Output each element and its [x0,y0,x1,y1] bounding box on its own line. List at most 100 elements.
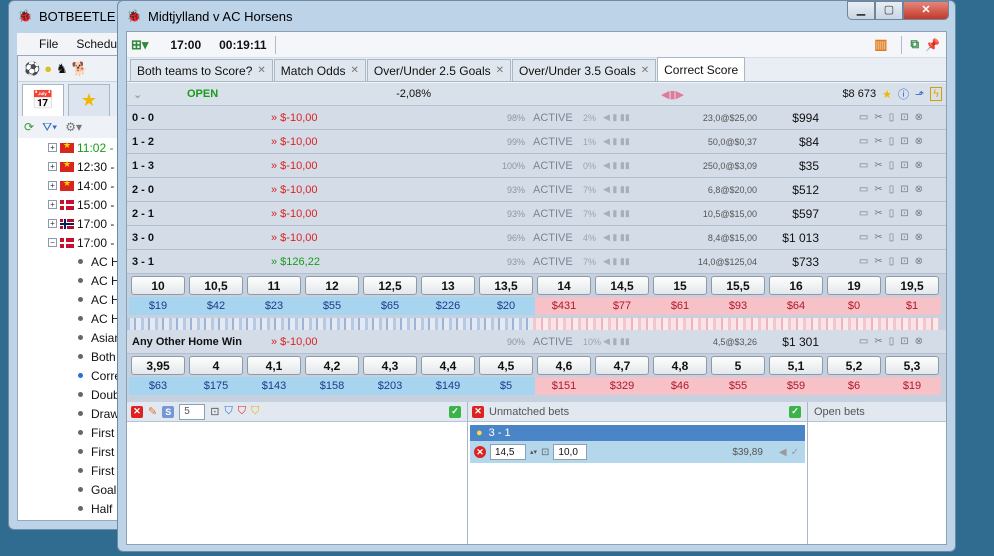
close-button[interactable]: ✕ [903,1,949,20]
tools-icon[interactable]: ✂ [874,184,882,195]
price-button[interactable]: 4,8 [653,356,707,375]
expand-icon[interactable]: + [48,143,57,152]
battery-icon[interactable]: ▯ [889,160,895,171]
back-volume[interactable]: $203 [361,377,419,395]
greyhound-icon[interactable]: 🐕 [72,61,88,77]
price-button[interactable]: 11 [247,276,301,295]
menu-file[interactable]: File [39,37,58,51]
price-stepper[interactable]: ▴▾ [530,448,537,456]
lay-volume[interactable]: $1 [883,297,941,315]
chart-icon[interactable]: ▭ [859,256,868,267]
book-nav-icon[interactable]: ◀▮▶ [661,88,721,101]
stake-mode-icon[interactable]: S [162,405,175,418]
battery-icon[interactable]: ▯ [889,112,895,123]
close-circle-icon[interactable]: ⊗ [915,256,923,267]
chart-icon[interactable]: ▭ [859,136,868,147]
cancel-icon[interactable]: ✕ [131,405,143,418]
close-tab-icon[interactable]: ✕ [257,65,265,76]
runner-row[interactable]: 3 - 0 » $-10,00 96% ACTIVE 4% ◀ ▮ ▮▮ 8,4@$15,0… [127,226,946,250]
calendar-tab-icon[interactable]: 📅 [22,84,64,116]
expand-icon[interactable]: ⊡ [900,160,908,171]
runner-controls-icon[interactable]: ◀ ▮ ▮▮ [603,256,653,267]
price-button[interactable]: 4,5 [479,356,533,375]
back-volume[interactable]: $149 [419,377,477,395]
runner-row[interactable]: 1 - 3 » $-10,00 100% ACTIVE 0% ◀ ▮ ▮▮ 250,0@$3… [127,154,946,178]
chart-icon[interactable]: ▭ [859,112,868,123]
lay-volume[interactable]: $61 [651,297,709,315]
expand-icon[interactable]: ⊡ [900,208,908,219]
runner-controls-icon[interactable]: ◀ ▮ ▮▮ [603,136,653,147]
tools-icon[interactable]: ✂ [874,336,882,347]
battery-icon[interactable]: ▯ [889,336,895,347]
new-window-icon[interactable]: ⧉ [910,37,919,52]
shield-red-icon[interactable]: ⛉ [238,405,246,418]
minimize-button[interactable]: ▁ [847,1,875,20]
stake-field[interactable]: 10,0 [553,444,588,460]
runner-controls-icon[interactable]: ◀ ▮ ▮▮ [603,208,653,219]
tools-icon[interactable]: ⚙▾ [65,120,82,134]
battery-icon[interactable]: ▯ [889,208,895,219]
close-tab-icon[interactable]: ✕ [496,65,504,76]
collapse-icon[interactable]: ⌄ [127,88,187,101]
price-button[interactable]: 14 [537,276,591,295]
battery-icon[interactable]: ▯ [889,256,895,267]
cancel-bet-icon[interactable]: ✕ [474,446,486,458]
lay-volume[interactable]: $0 [825,297,883,315]
expand-icon[interactable]: ⊡ [900,232,908,243]
add-market-icon[interactable]: ⊞▾ [131,37,148,53]
price-button[interactable]: 5 [711,356,765,375]
lay-volume[interactable]: $431 [535,297,593,315]
lay-volume[interactable]: $64 [767,297,825,315]
lay-volume[interactable]: $59 [767,377,825,395]
back-volume[interactable]: $20 [477,297,535,315]
ok-icon[interactable]: ✓ [791,447,799,458]
battery-icon[interactable]: ▯ [889,136,895,147]
stake-input[interactable]: 5 [179,403,206,420]
price-button[interactable]: 12,5 [363,276,417,295]
horse-racing-icon[interactable]: ♞ [56,61,68,77]
tools-icon[interactable]: ✂ [874,136,882,147]
expand-icon[interactable]: ⊡ [900,136,908,147]
price-button[interactable]: 10,5 [189,276,243,295]
price-button[interactable]: 4,6 [537,356,591,375]
eraser-icon[interactable]: ✎ [148,405,157,418]
tab-market[interactable]: Over/Under 2.5 Goals ✕ [366,59,511,81]
lay-volume[interactable]: $46 [651,377,709,395]
back-volume[interactable]: $65 [361,297,419,315]
chart-icon[interactable]: ▭ [859,208,868,219]
tools-icon[interactable]: ✂ [874,112,882,123]
lock-icon[interactable]: ⊡ [541,447,549,458]
expand-icon[interactable]: + [48,200,57,209]
chart-icon[interactable]: ▭ [859,184,868,195]
price-button[interactable]: 14,5 [595,276,649,295]
price-button[interactable]: 12 [305,276,359,295]
filter-icon[interactable]: ⛛▾ [42,120,57,135]
expand-icon[interactable]: + [48,181,57,190]
expand-icon[interactable]: − [48,238,57,247]
price-button[interactable]: 4 [189,356,243,375]
tab-market[interactable]: Match Odds ✕ [273,59,366,81]
pin-icon[interactable]: 📌 [925,38,940,52]
chart-icon[interactable]: ▭ [859,336,868,347]
tab-market[interactable]: Correct Score [657,57,746,81]
runner-row[interactable]: Any Other Home Win » $-10,00 90% ACTIVE 10% ◀… [127,330,946,354]
close-circle-icon[interactable]: ⊗ [915,184,923,195]
tools-icon[interactable]: ✂ [874,256,882,267]
price-button[interactable]: 4,7 [595,356,649,375]
lock-icon[interactable]: ⊡ [210,405,219,418]
maximize-button[interactable]: ▢ [875,1,903,20]
back-volume[interactable]: $158 [303,377,361,395]
expand-icon[interactable]: ⊡ [900,256,908,267]
tab-market[interactable]: Both teams to Score? ✕ [130,59,273,81]
expand-icon[interactable]: ⊡ [900,184,908,195]
expand-icon[interactable]: ⊡ [900,112,908,123]
runner-row[interactable]: 3 - 1 » $126,22 93% ACTIVE 7% ◀ ▮ ▮▮ 14,0@$125… [127,250,946,274]
price-button[interactable]: 15,5 [711,276,765,295]
close-tab-icon[interactable]: ✕ [641,65,649,76]
runner-controls-icon[interactable]: ◀ ▮ ▮▮ [603,232,653,243]
price-button[interactable]: 5,3 [885,356,939,375]
price-button[interactable]: 3,95 [131,356,185,375]
expand-icon[interactable]: + [48,162,57,171]
back-volume[interactable]: $175 [187,377,245,395]
tools-icon[interactable]: ✂ [874,160,882,171]
